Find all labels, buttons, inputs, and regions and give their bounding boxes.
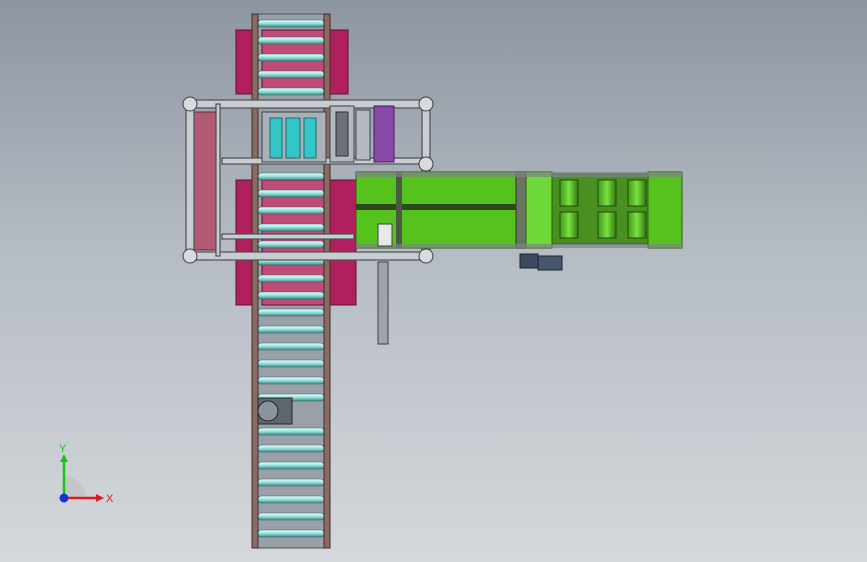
side-rail-right (323, 13, 331, 549)
roller (257, 291, 325, 300)
roller (257, 274, 325, 283)
z-axis-dot (59, 493, 69, 503)
roller (257, 308, 325, 317)
x-axis-label: X (106, 493, 114, 505)
graphics-viewport[interactable]: Y X (0, 0, 867, 562)
roller (257, 359, 325, 368)
y-axis-label: Y (59, 443, 67, 455)
roller (257, 70, 325, 79)
roller (257, 36, 325, 45)
roller (257, 206, 325, 215)
roller (257, 512, 325, 521)
roller (257, 478, 325, 487)
support-cylinder (377, 223, 393, 247)
roller (257, 427, 325, 436)
roller (257, 53, 325, 62)
green-roller-cell (559, 211, 579, 239)
roller (257, 342, 325, 351)
guard-panel-mid-right (329, 179, 357, 306)
conveyor-assembly-model[interactable] (0, 0, 867, 562)
roller (257, 172, 325, 181)
drive-motor-right (519, 253, 563, 271)
side-panel-left (193, 111, 217, 251)
guard-panel-upper-right (329, 29, 349, 95)
roller (257, 223, 325, 232)
drive-motor-lower (257, 397, 293, 425)
roller (257, 461, 325, 470)
green-roller-cell (597, 179, 617, 207)
roller (257, 495, 325, 504)
roller (257, 529, 325, 538)
coordinate-triad: Y X (59, 443, 114, 505)
roller (257, 376, 325, 385)
roller (257, 325, 325, 334)
roller (257, 240, 325, 249)
roller (257, 19, 325, 28)
gripper-mechanism (261, 105, 371, 163)
roller (257, 87, 325, 96)
green-roller-cell (627, 179, 647, 207)
side-rail-left (251, 13, 259, 549)
green-roller-cell (597, 211, 617, 239)
control-panel-purple (373, 105, 395, 163)
y-axis-head (60, 454, 68, 462)
green-roller-cell (627, 211, 647, 239)
support-leg (377, 261, 389, 345)
green-roller-cell (559, 179, 579, 207)
x-axis-head (96, 494, 104, 502)
roller (257, 189, 325, 198)
roller (257, 444, 325, 453)
